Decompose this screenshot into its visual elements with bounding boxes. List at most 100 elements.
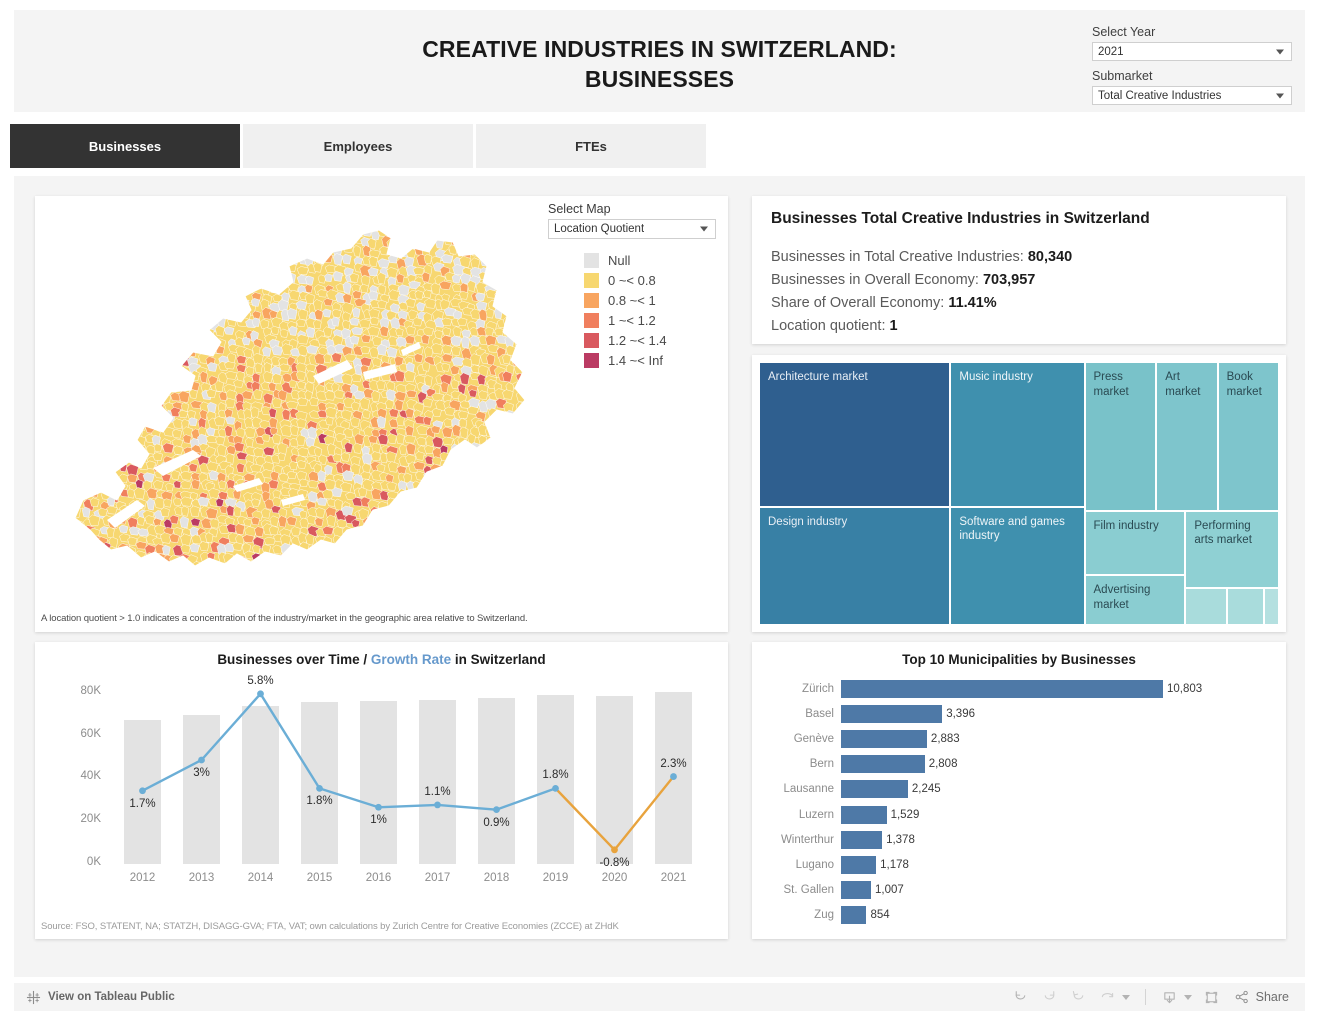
map-svg: [74, 229, 526, 567]
municipality-label: Zürich: [802, 682, 834, 695]
treemap-tile[interactable]: [1185, 588, 1227, 625]
submarket-label: Submarket: [1092, 69, 1153, 83]
treemap-tile-label: Music industry: [959, 371, 1033, 383]
treemap-tile[interactable]: [1264, 588, 1279, 625]
kpi-value: 703,957: [982, 271, 1036, 288]
legend-item-2[interactable]: 0.8 ~< 1: [584, 290, 720, 310]
municipality-label: Bern: [809, 758, 834, 771]
tab-businesses[interactable]: Businesses: [10, 124, 240, 168]
municipality-row[interactable]: Basel 3,396: [752, 701, 1286, 726]
treemap-tile[interactable]: Advertising market: [1084, 575, 1186, 625]
municipality-value: 10,803: [1167, 682, 1203, 695]
treemap-tile-label: Architecture market: [768, 371, 868, 383]
download-dropdown-caret-icon[interactable]: [1183, 994, 1192, 1000]
municipality-bar[interactable]: [841, 780, 908, 799]
switzerland-map[interactable]: Select Map Location Quotient Null 0 ~< 0.…: [35, 196, 728, 604]
tab-employees[interactable]: Employees: [243, 124, 473, 168]
treemap-tile[interactable]: Music industry: [950, 362, 1085, 507]
treemap-tile-label: Advertising market: [1093, 584, 1151, 611]
municipality-bar[interactable]: [841, 906, 867, 925]
municipality-value: 1,178: [880, 858, 909, 871]
municipality-bar[interactable]: [841, 755, 925, 774]
kpi-row-3: Location quotient: 1: [771, 315, 1286, 338]
legend-item-3[interactable]: 1 ~< 1.2: [584, 310, 720, 330]
pause-dropdown-caret-icon[interactable]: [1121, 994, 1130, 1000]
municipality-bar[interactable]: [841, 704, 943, 723]
treemap-tile[interactable]: Architecture market: [759, 362, 951, 507]
growth-rate-point-label: -0.8%: [599, 856, 630, 869]
legend-label: 0.8 ~< 1: [608, 292, 656, 308]
undo-button[interactable]: [1008, 986, 1034, 1008]
growth-rate-line: [139, 690, 677, 854]
fullscreen-button[interactable]: [1199, 986, 1225, 1008]
tableau-logo-icon: [26, 990, 41, 1004]
revert-button[interactable]: [1066, 986, 1092, 1008]
legend-swatch-icon: [584, 352, 599, 368]
select-map-label: Select Map: [548, 202, 611, 216]
growth-rate-point-label: 1.8%: [542, 769, 569, 782]
view-on-tableau-public-label: View on Tableau Public: [48, 991, 175, 1003]
municipality-bar[interactable]: [841, 830, 883, 849]
municipality-row[interactable]: St. Gallen 1,007: [752, 878, 1286, 903]
download-button[interactable]: [1157, 986, 1183, 1008]
municipality-row[interactable]: Lugano 1,178: [752, 852, 1286, 877]
kpi-rows: Businesses in Total Creative Industries:…: [771, 246, 1286, 338]
municipality-value: 2,808: [928, 758, 958, 771]
municipality-row[interactable]: Zug 854: [752, 903, 1286, 928]
treemap-tile-label: Software and games industry: [959, 515, 1065, 543]
map-legend: Null 0 ~< 0.8 0.8 ~< 1 1 ~< 1.2 1.2 ~< 1.4 1.…: [548, 250, 720, 370]
municipality-bar[interactable]: [841, 729, 927, 748]
municipality-label: St. Gallen: [783, 884, 835, 897]
municipality-bar[interactable]: [841, 855, 877, 874]
chevron-down-icon: [700, 226, 708, 232]
municipality-row[interactable]: Zürich 10,803: [752, 676, 1286, 701]
submarket-dropdown[interactable]: Total Creative Industries: [1092, 86, 1292, 105]
growth-rate-point-label: 0.9%: [483, 816, 510, 829]
map-panel: Select Map Location Quotient Null 0 ~< 0.…: [35, 196, 728, 632]
share-button[interactable]: Share: [1234, 989, 1289, 1005]
redo-icon: [1044, 990, 1055, 999]
fullscreen-icon: [1205, 991, 1218, 1003]
refresh-button[interactable]: [1095, 986, 1121, 1008]
treemap-tile[interactable]: [1227, 588, 1265, 625]
treemap-tile[interactable]: Book market: [1217, 362, 1279, 511]
legend-item-4[interactable]: 1.2 ~< 1.4: [584, 330, 720, 350]
chevron-down-icon: [1276, 49, 1284, 54]
treemap-tile[interactable]: Art market: [1156, 362, 1218, 511]
municipality-label: Lugano: [795, 858, 834, 871]
municipality-bar[interactable]: [841, 679, 1163, 698]
municipality-value: 1,529: [890, 808, 920, 821]
refresh-icon: [1101, 992, 1114, 997]
legend-item-0[interactable]: Null: [584, 250, 720, 270]
treemap-tile[interactable]: Design industry: [759, 506, 951, 625]
legend-label: Null: [608, 252, 631, 268]
top-municipalities-title: Top 10 Municipalities by Businesses: [902, 652, 1136, 667]
municipality-bar[interactable]: [841, 881, 871, 900]
select-year-value: 2021: [1098, 45, 1124, 58]
select-map-dropdown[interactable]: Location Quotient: [548, 219, 716, 239]
municipality-row[interactable]: Lausanne 2,245: [752, 777, 1286, 802]
select-year-dropdown[interactable]: 2021: [1092, 42, 1292, 61]
treemap-tile[interactable]: Performing arts market: [1185, 510, 1279, 589]
municipality-row[interactable]: Bern 2,808: [752, 752, 1286, 777]
municipality-row[interactable]: Winterthur 1,378: [752, 827, 1286, 852]
submarket-treemap[interactable]: Architecture market Design industry Music …: [759, 362, 1279, 625]
view-on-tableau-public-button[interactable]: View on Tableau Public: [14, 990, 175, 1005]
select-map-value: Location Quotient: [554, 223, 645, 235]
treemap-tile[interactable]: Film industry: [1084, 510, 1186, 576]
growth-rate-point-label: 1.8%: [306, 795, 333, 808]
legend-item-1[interactable]: 0 ~< 0.8: [584, 270, 720, 290]
treemap-tile-label: Press market: [1093, 371, 1129, 398]
submarket-treemap-panel: Architecture market Design industry Music …: [752, 355, 1286, 632]
municipality-bar[interactable]: [841, 805, 887, 824]
redo-button[interactable]: [1037, 986, 1063, 1008]
time-series-plot[interactable]: 0K 20K 40K 60K 80K 2012 2013 2014 2015 2016 2017 20…: [35, 672, 728, 912]
municipality-row[interactable]: Luzern 1,529: [752, 802, 1286, 827]
kpi-label: Share of Overall Economy:: [771, 294, 949, 311]
treemap-tile[interactable]: Press market: [1084, 362, 1157, 511]
legend-item-5[interactable]: 1.4 ~< Inf: [584, 350, 720, 370]
municipality-row[interactable]: Genève 2,883: [752, 726, 1286, 751]
treemap-tile[interactable]: Software and games industry: [950, 506, 1085, 625]
tab-ftes[interactable]: FTEs: [476, 124, 706, 168]
top-municipalities-panel: Top 10 Municipalities by Businesses Züri…: [752, 642, 1286, 939]
